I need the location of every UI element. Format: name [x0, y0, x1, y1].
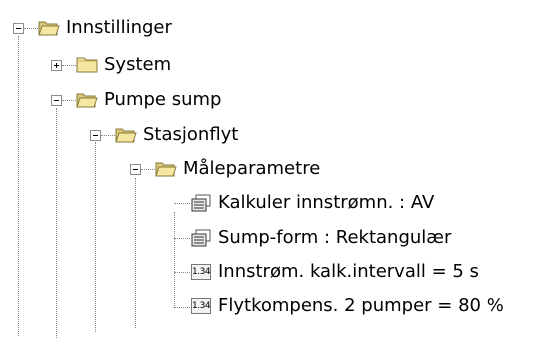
tree-line	[174, 307, 190, 308]
folder-open-icon	[155, 162, 177, 177]
tree-node-label[interactable]: Innstillinger	[66, 13, 172, 43]
list-icon	[191, 194, 211, 212]
tree-line	[18, 36, 19, 336]
collapse-icon[interactable]	[13, 23, 24, 34]
tree-line	[24, 28, 38, 29]
tree-line	[174, 272, 190, 273]
expand-icon[interactable]	[51, 60, 62, 71]
tree-node-label[interactable]: Pumpe sump	[104, 85, 221, 115]
collapse-icon[interactable]	[90, 130, 101, 141]
param-label[interactable]: Flytkompens. 2 pumper = 80 %	[218, 291, 504, 321]
folder-closed-icon	[76, 57, 98, 73]
tree-line	[101, 135, 115, 136]
tree-line	[174, 238, 190, 239]
tree-line	[56, 108, 57, 338]
tree-line	[62, 100, 76, 101]
tree-line	[135, 178, 136, 328]
param-label[interactable]: Kalkuler innstrømn. : AV	[218, 188, 434, 218]
tree-line	[95, 142, 96, 332]
tree-line	[174, 203, 190, 204]
folder-open-icon	[115, 128, 137, 143]
collapse-icon[interactable]	[51, 95, 62, 106]
tree-node-label[interactable]: Måleparametre	[183, 154, 320, 184]
tree-line	[141, 169, 155, 170]
number-icon: 1.34	[191, 264, 211, 280]
settings-tree: Innstillinger System Pumpe sump Stasjonf…	[0, 0, 556, 338]
number-icon: 1.34	[191, 298, 211, 314]
param-label[interactable]: Sump-form : Rektangulær	[218, 223, 451, 253]
list-icon	[191, 229, 211, 247]
collapse-icon[interactable]	[130, 164, 141, 175]
param-label[interactable]: Innstrøm. kalk.intervall = 5 s	[218, 257, 479, 287]
folder-open-icon	[76, 93, 98, 108]
tree-line	[62, 65, 76, 66]
tree-node-label[interactable]: Stasjonflyt	[143, 120, 238, 150]
tree-node-label[interactable]: System	[104, 50, 171, 80]
tree-line	[174, 212, 175, 308]
folder-open-icon	[38, 21, 60, 36]
